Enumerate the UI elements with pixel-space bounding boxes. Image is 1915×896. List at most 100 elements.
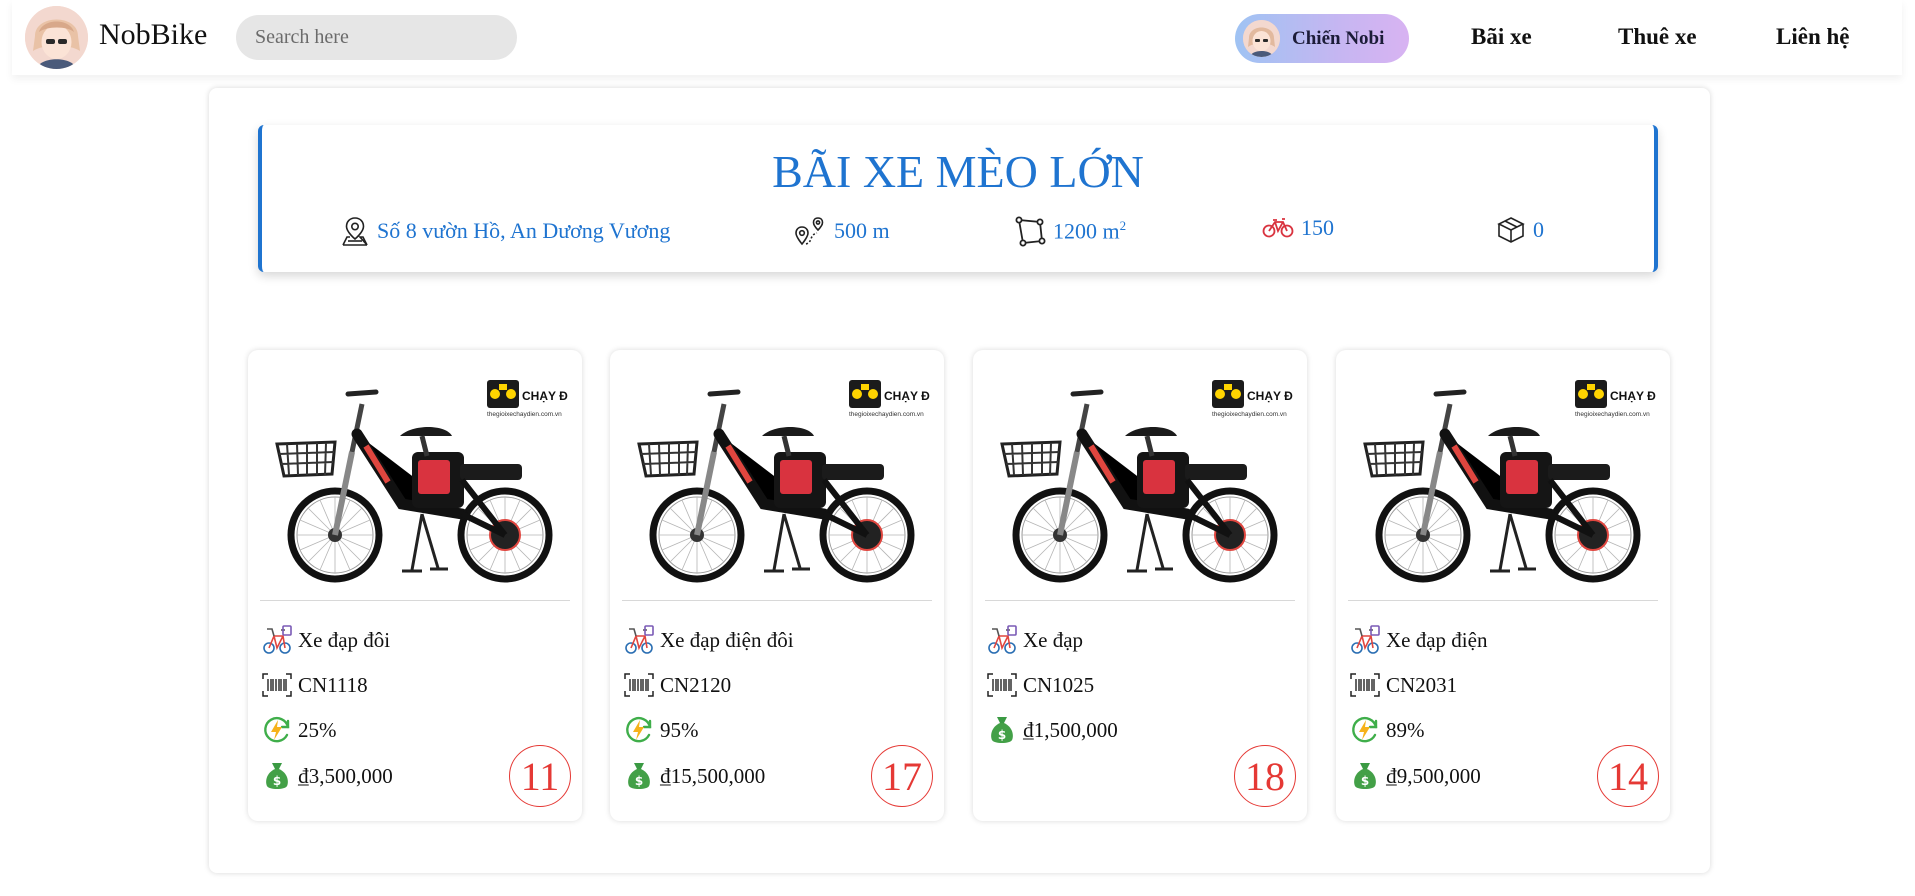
bike-card[interactable]: CHẠY ĐIỆN thegioixechaydien.com.vn Xe đạ…	[610, 350, 950, 821]
bike-card[interactable]: CHẠY ĐIỆN thegioixechaydien.com.vn Xe đạ…	[248, 350, 588, 821]
nav-link-contact[interactable]: Liên hệ	[1776, 24, 1849, 50]
lot-packages: 0	[1496, 215, 1544, 245]
bike-code-row: CN2031	[1348, 668, 1457, 702]
bike-battery-row: 89%	[1348, 713, 1425, 747]
map-pin-icon	[342, 217, 368, 246]
lot-area-text: 1200 m2	[1053, 217, 1127, 244]
bike-type-icon	[985, 623, 1019, 657]
svg-text:CHẠY ĐIỆN: CHẠY ĐIỆN	[884, 388, 930, 403]
bike-code-row: CN1025	[985, 668, 1094, 702]
bike-price: ₫3,500,000	[298, 763, 393, 788]
lot-distance-text: 500 m	[834, 218, 890, 243]
bike-image: CHẠY ĐIỆN thegioixechaydien.com.vn	[624, 364, 950, 590]
bike-type-row: Xe đạp điện đôi	[622, 623, 794, 657]
bike-battery: 95%	[660, 717, 699, 742]
nav-link-rent[interactable]: Thuê xe	[1618, 24, 1697, 50]
parking-lot-title: BÃI XE MÈO LỚN	[772, 146, 1144, 197]
divider	[260, 600, 570, 601]
lot-address: Số 8 vườn Hồ, An Dương Vương	[340, 215, 670, 247]
battery-charge-icon	[1348, 713, 1382, 747]
money-bag-icon: $	[260, 759, 294, 793]
bike-battery: 25%	[298, 717, 337, 742]
svg-text:thegioixechaydien.com.vn: thegioixechaydien.com.vn	[1575, 411, 1650, 418]
bike-code-row: CN1118	[260, 668, 368, 702]
bike-price-row: $ ₫3,500,000	[260, 759, 393, 793]
svg-text:thegioixechaydien.com.vn: thegioixechaydien.com.vn	[487, 411, 562, 418]
bike-code: CN1118	[298, 672, 368, 697]
barcode-icon	[1348, 668, 1382, 702]
lot-address-text: Số 8 vườn Hồ, An Dương Vương	[377, 218, 671, 243]
bike-card[interactable]: CHẠY ĐIỆN thegioixechaydien.com.vn Xe đạ…	[973, 350, 1313, 821]
logo-avatar[interactable]	[25, 6, 88, 69]
barcode-icon	[260, 668, 294, 702]
svg-text:CHẠY ĐIỆN: CHẠY ĐIỆN	[522, 388, 568, 403]
svg-text:CHẠY ĐIỆN: CHẠY ĐIỆN	[1247, 388, 1293, 403]
bike-image: CHẠY ĐIỆN thegioixechaydien.com.vn	[262, 364, 588, 590]
svg-text:CHẠY ĐIỆN: CHẠY ĐIỆN	[1610, 388, 1656, 403]
bike-code: CN2120	[660, 672, 732, 697]
battery-charge-icon	[260, 713, 294, 747]
divider	[985, 600, 1295, 601]
bike-price: ₫15,500,000	[660, 763, 766, 788]
bike-type-icon	[1348, 623, 1382, 657]
bike-price-row: $ ₫9,500,000	[1348, 759, 1481, 793]
bike-type-icon	[622, 623, 656, 657]
divider	[1348, 600, 1658, 601]
svg-text:$: $	[1361, 774, 1369, 788]
bike-code: CN2031	[1386, 672, 1458, 697]
lot-area: 1200 m2	[1014, 215, 1126, 247]
brand-name[interactable]: NobBike	[99, 18, 207, 52]
lot-bike-count: 150	[1262, 215, 1334, 241]
bike-price: ₫1,500,000	[1023, 717, 1118, 742]
bike-type-row: Xe đạp điện	[1348, 623, 1487, 657]
user-avatar	[1243, 20, 1280, 57]
svg-text:$: $	[635, 774, 643, 788]
parking-lot-header: BÃI XE MÈO LỚN Số 8 vườn Hồ, An Dương Vư…	[258, 125, 1658, 272]
lot-distance: 500 m	[793, 215, 890, 247]
user-name: Chiến Nobi	[1292, 27, 1385, 49]
bike-code: CN1025	[1023, 672, 1095, 697]
bike-type-icon	[260, 623, 294, 657]
bicycle-icon	[1262, 218, 1294, 238]
area-polygon-icon	[1015, 216, 1046, 247]
money-bag-icon: $	[1348, 759, 1382, 793]
svg-text:thegioixechaydien.com.vn: thegioixechaydien.com.vn	[1212, 411, 1287, 418]
bike-type: Xe đạp đôi	[298, 627, 391, 652]
bike-type: Xe đạp điện đôi	[660, 627, 794, 652]
svg-text:thegioixechaydien.com.vn: thegioixechaydien.com.vn	[849, 411, 924, 418]
bike-image: CHẠY ĐIỆN thegioixechaydien.com.vn	[1350, 364, 1676, 590]
bike-code-row: CN2120	[622, 668, 731, 702]
bike-card[interactable]: CHẠY ĐIỆN thegioixechaydien.com.vn Xe đạ…	[1336, 350, 1676, 821]
box-icon	[1497, 217, 1525, 243]
navbar: NobBike Chiến Nobi Bãi xe Thuê xe Liên h…	[12, 0, 1902, 75]
search-input[interactable]	[236, 15, 517, 60]
user-profile-button[interactable]: Chiến Nobi	[1235, 14, 1409, 63]
slot-number-badge: 14	[1597, 745, 1659, 807]
slot-number-badge: 18	[1234, 745, 1296, 807]
svg-text:$: $	[273, 774, 281, 788]
bike-type-row: Xe đạp	[985, 623, 1083, 657]
bike-price-row: $ ₫1,500,000	[985, 713, 1118, 747]
svg-text:$: $	[998, 728, 1006, 742]
money-bag-icon: $	[985, 713, 1019, 747]
battery-charge-icon	[622, 713, 656, 747]
barcode-icon	[622, 668, 656, 702]
money-bag-icon: $	[622, 759, 656, 793]
bike-price-row: $ ₫15,500,000	[622, 759, 765, 793]
nav-link-parking[interactable]: Bãi xe	[1471, 24, 1532, 50]
slot-number-badge: 11	[509, 745, 571, 807]
bike-image: CHẠY ĐIỆN thegioixechaydien.com.vn	[987, 364, 1313, 590]
bike-battery-row: 25%	[260, 713, 337, 747]
bike-type-row: Xe đạp đôi	[260, 623, 390, 657]
bike-battery-row: 95%	[622, 713, 699, 747]
bike-type: Xe đạp	[1023, 627, 1084, 652]
route-icon	[795, 217, 824, 246]
lot-bike-count-text: 150	[1301, 215, 1334, 240]
bike-battery: 89%	[1386, 717, 1425, 742]
lot-packages-text: 0	[1533, 217, 1544, 242]
parking-lot-panel: BÃI XE MÈO LỚN Số 8 vườn Hồ, An Dương Vư…	[209, 88, 1710, 873]
slot-number-badge: 17	[871, 745, 933, 807]
divider	[622, 600, 932, 601]
bike-type: Xe đạp điện	[1386, 627, 1488, 652]
bike-price: ₫9,500,000	[1386, 763, 1481, 788]
